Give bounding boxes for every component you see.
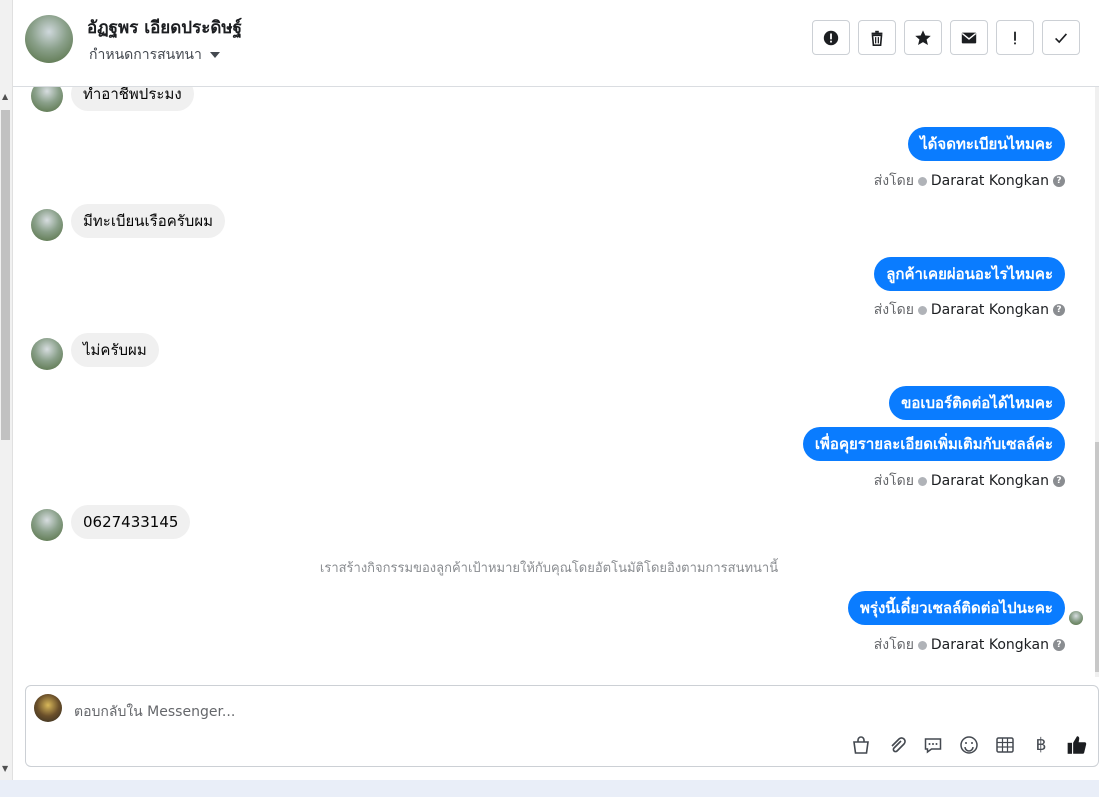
composer-tools: ฿	[850, 734, 1088, 756]
sent-by-line: ส่งโดย Dararat Kongkan ?	[874, 299, 1065, 321]
reply-composer[interactable]: ตอบกลับใน Messenger... ฿	[25, 685, 1099, 767]
baht-icon[interactable]: ฿	[1030, 734, 1052, 756]
sent-by-prefix: ส่งโดย	[873, 637, 914, 653]
incoming-message: 0627433145	[71, 505, 191, 539]
agent-name[interactable]: Dararat Kongkan	[931, 637, 1049, 653]
agent-avatar-icon	[917, 305, 927, 315]
emoji-icon[interactable]	[958, 734, 980, 756]
help-icon[interactable]: ?	[1053, 304, 1065, 316]
bag-icon[interactable]	[850, 734, 872, 756]
conversation-toolbar	[812, 20, 1080, 55]
page-scrollbar[interactable]: ▲ ▼	[0, 0, 13, 780]
star-button[interactable]	[904, 20, 942, 55]
sent-by-line: ส่งโดย Dararat Kongkan ?	[874, 470, 1065, 492]
like-icon[interactable]	[1066, 734, 1088, 756]
reply-input[interactable]: ตอบกลับใน Messenger...	[74, 701, 235, 723]
attach-icon[interactable]	[886, 734, 908, 756]
incoming-message: ทำอาชีพประมง	[71, 87, 194, 111]
contact-avatar-small	[31, 209, 63, 241]
caret-down-icon	[209, 52, 220, 58]
sent-by-prefix: ส่งโดย	[873, 473, 914, 489]
mark-unread-button[interactable]	[950, 20, 988, 55]
assign-conversation-dropdown[interactable]: กำหนดการสนทนา	[89, 44, 220, 66]
read-receipt-avatar	[1069, 611, 1083, 625]
check-icon	[1055, 32, 1068, 43]
sent-by-line: ส่งโดย Dararat Kongkan ?	[874, 170, 1065, 192]
thread-scrollbar[interactable]	[1095, 87, 1099, 677]
outgoing-message: ขอเบอร์ติดต่อได้ไหมคะ	[889, 386, 1065, 420]
scroll-down-arrow-icon[interactable]: ▼	[2, 764, 8, 773]
exclamation-icon	[1014, 31, 1016, 44]
spam-icon	[823, 30, 839, 45]
agent-avatar-icon	[917, 640, 927, 650]
help-icon[interactable]: ?	[1053, 639, 1065, 651]
incoming-message: มีทะเบียนเรือครับผม	[71, 204, 226, 238]
comment-icon[interactable]	[922, 734, 944, 756]
sent-by-prefix: ส่งโดย	[873, 302, 914, 318]
thread-scrollbar-thumb[interactable]	[1095, 442, 1099, 672]
contact-name[interactable]: อัฏฐพร เอียดประดิษฐ์	[87, 14, 242, 41]
mail-icon	[961, 32, 977, 43]
system-note: เราสร้างกิจกรรมของลูกค้าเป้าหมายให้กับคุ…	[319, 561, 779, 576]
outgoing-message: พรุ่งนี้เดี๋ยวเซลล์ติดต่อไปนะคะ	[848, 591, 1065, 625]
trash-icon	[871, 30, 883, 46]
message-thread[interactable]: ทำอาชีพประมง ได้จดทะเบียนไหมคะ ส่งโดย Da…	[13, 87, 1085, 677]
contact-avatar[interactable]	[25, 15, 73, 63]
agent-name[interactable]: Dararat Kongkan	[931, 302, 1049, 318]
mark-spam-button[interactable]	[812, 20, 850, 55]
agent-name[interactable]: Dararat Kongkan	[931, 173, 1049, 189]
page-avatar	[34, 694, 62, 722]
scroll-up-arrow-icon[interactable]: ▲	[2, 92, 8, 101]
follow-up-button[interactable]	[996, 20, 1034, 55]
delete-button[interactable]	[858, 20, 896, 55]
help-icon[interactable]: ?	[1053, 475, 1065, 487]
bottom-bar	[0, 780, 1099, 797]
sent-by-prefix: ส่งโดย	[873, 173, 914, 189]
conversation-header: อัฏฐพร เอียดประดิษฐ์ กำหนดการสนทนา	[13, 0, 1099, 87]
contact-avatar-small	[31, 338, 63, 370]
agent-avatar-icon	[917, 176, 927, 186]
outgoing-message: ลูกค้าเคยผ่อนอะไรไหมคะ	[874, 257, 1065, 291]
mark-done-button[interactable]	[1042, 20, 1080, 55]
scrollbar-thumb[interactable]	[1, 110, 10, 440]
contact-avatar-small	[31, 509, 63, 541]
incoming-message: ไม่ครับผม	[71, 333, 159, 367]
agent-name[interactable]: Dararat Kongkan	[931, 473, 1049, 489]
outgoing-message: เพื่อคุยรายละเอียดเพิ่มเติมกับเซลล์ค่ะ	[802, 427, 1065, 461]
assign-conversation-label: กำหนดการสนทนา	[89, 47, 202, 63]
contact-avatar-small	[31, 87, 63, 112]
table-icon[interactable]	[994, 734, 1016, 756]
agent-avatar-icon	[917, 476, 927, 486]
star-icon	[915, 29, 931, 45]
outgoing-message: ได้จดทะเบียนไหมคะ	[908, 127, 1065, 161]
sent-by-line: ส่งโดย Dararat Kongkan ?	[874, 634, 1065, 656]
help-icon[interactable]: ?	[1053, 175, 1065, 187]
